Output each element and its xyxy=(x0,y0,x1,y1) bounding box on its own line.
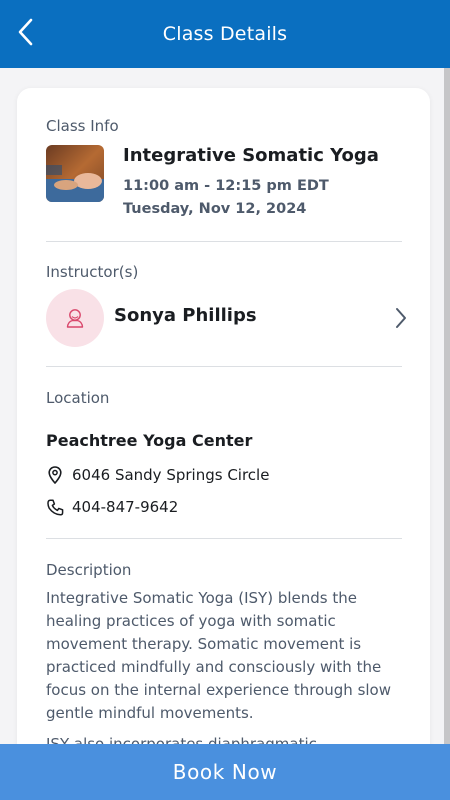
phone-line[interactable]: 404-847-9642 xyxy=(46,496,178,518)
phone-icon xyxy=(46,498,64,516)
app-screen: Class Details Class Info Integrative Som… xyxy=(0,0,450,800)
class-details-card: Class Info Integrative Somatic Yoga 11:0… xyxy=(17,88,430,788)
address-line[interactable]: 6046 Sandy Springs Circle xyxy=(46,464,269,486)
instructor-name: Sonya Phillips xyxy=(114,305,257,326)
class-info-label: Class Info xyxy=(46,117,119,135)
avatar xyxy=(46,289,104,347)
class-time: 11:00 am - 12:15 pm EDT xyxy=(123,178,329,194)
top-app-bar: Class Details xyxy=(0,0,450,68)
description-paragraph: Integrative Somatic Yoga (ISY) blends th… xyxy=(46,589,391,722)
scrollbar[interactable] xyxy=(444,68,450,744)
book-now-button[interactable]: Book Now xyxy=(0,744,450,800)
map-pin-icon xyxy=(46,466,64,484)
chevron-right-icon xyxy=(396,308,406,328)
class-thumbnail xyxy=(46,145,104,202)
description-label: Description xyxy=(46,561,132,579)
person-icon xyxy=(66,309,84,328)
address-text: 6046 Sandy Springs Circle xyxy=(72,466,270,484)
class-name: Integrative Somatic Yoga xyxy=(123,145,379,166)
instructor-label: Instructor(s) xyxy=(46,263,139,281)
page-title: Class Details xyxy=(162,23,288,45)
yoga-photo-image xyxy=(46,145,104,202)
divider xyxy=(46,538,402,539)
instructor-row[interactable]: Sonya Phillips xyxy=(46,289,408,349)
class-date: Tuesday, Nov 12, 2024 xyxy=(123,201,307,217)
divider xyxy=(46,366,402,367)
location-label: Location xyxy=(46,389,110,407)
location-name: Peachtree Yoga Center xyxy=(46,431,253,450)
phone-text: 404-847-9642 xyxy=(72,498,179,516)
divider xyxy=(46,241,402,242)
description-body: Integrative Somatic Yoga (ISY) blends th… xyxy=(46,587,406,764)
